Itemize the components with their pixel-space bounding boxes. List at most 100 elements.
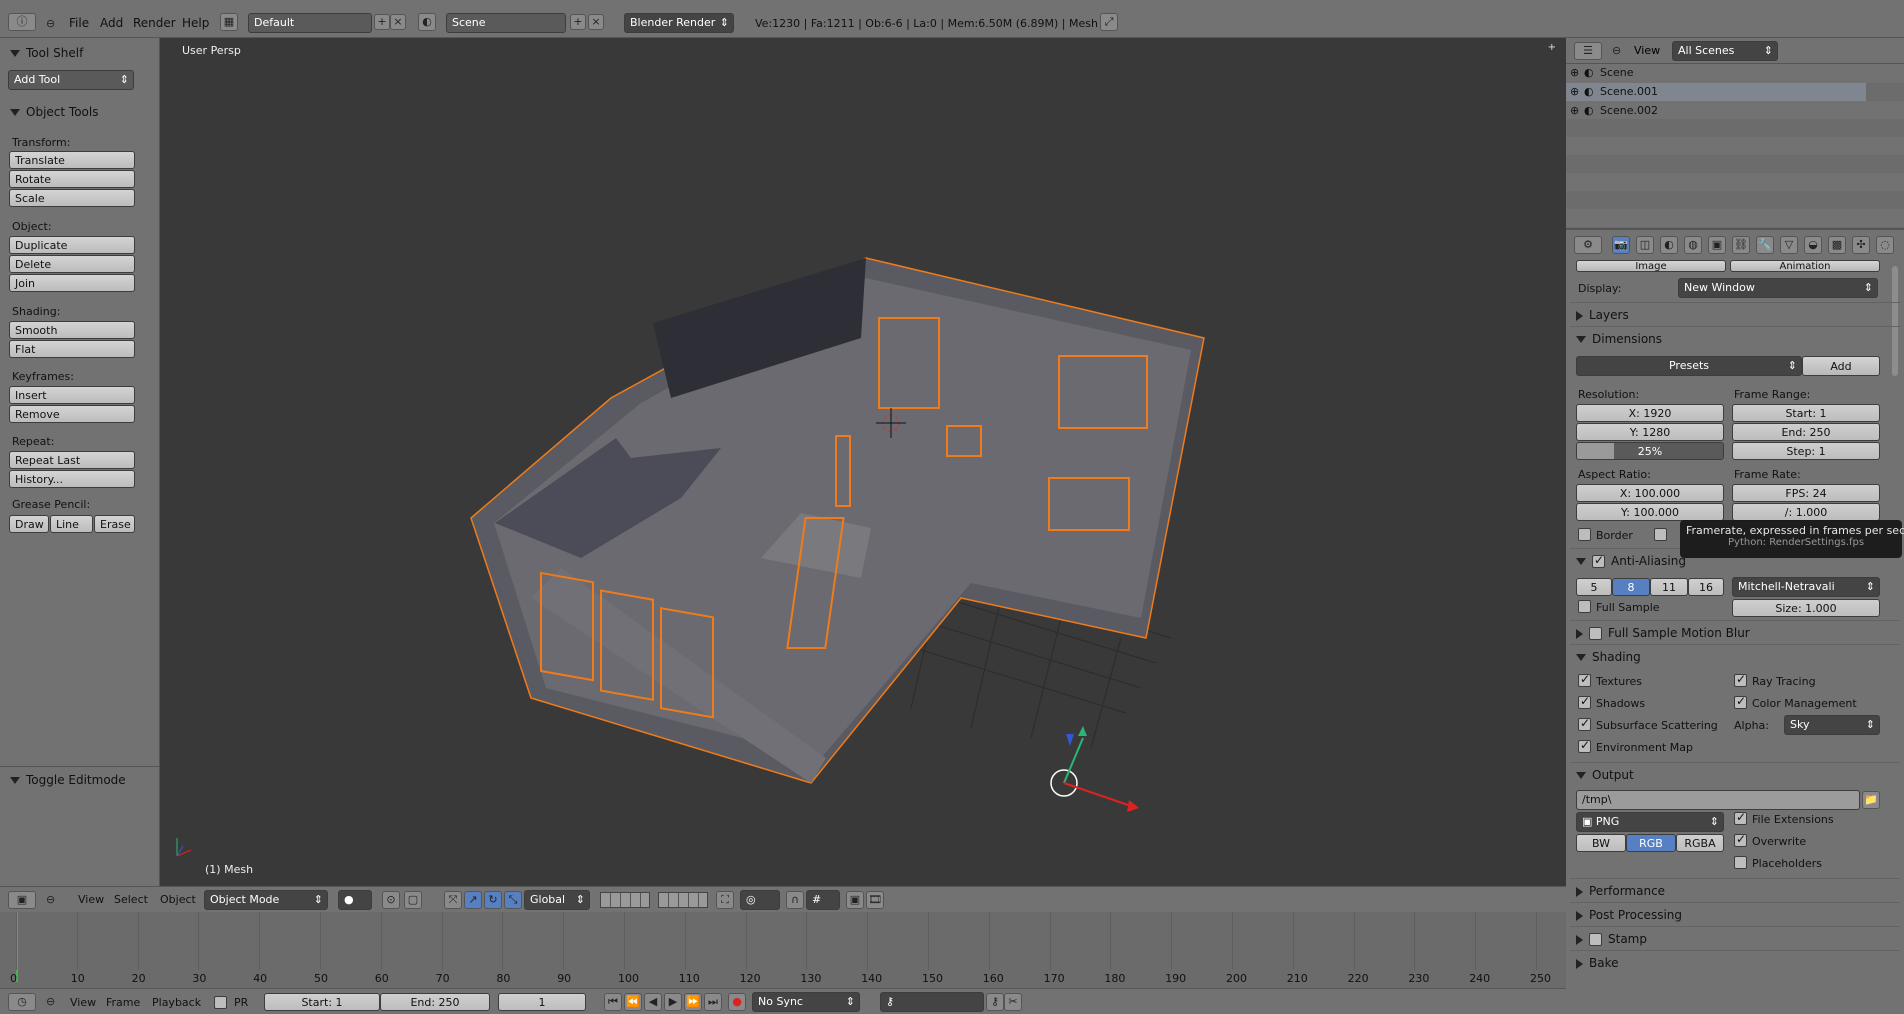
editor-type-3dview-icon[interactable]: ▣: [8, 891, 36, 909]
draw-button[interactable]: Draw: [9, 515, 49, 533]
overwrite-checkbox[interactable]: [1734, 832, 1747, 847]
placeholders-checkbox[interactable]: [1734, 856, 1747, 869]
display-select[interactable]: New Window ⇕: [1678, 278, 1878, 298]
tool-shelf-header[interactable]: Tool Shelf: [10, 46, 83, 60]
rotate-manipulator-icon[interactable]: ↻: [484, 891, 502, 909]
resolution-y-field[interactable]: Y: 1280: [1576, 423, 1724, 441]
object-tools-header[interactable]: Object Tools: [10, 105, 98, 119]
fps-field[interactable]: FPS: 24: [1732, 484, 1880, 502]
color-mode-bw[interactable]: BW: [1576, 834, 1626, 852]
shadows-checkbox[interactable]: [1578, 694, 1591, 709]
delete-scene-icon[interactable]: ×: [588, 14, 604, 30]
aa-samples-8[interactable]: 8: [1612, 578, 1650, 596]
menu-help[interactable]: Help: [182, 16, 209, 30]
join-button[interactable]: Join: [9, 274, 135, 292]
snap-magnet-icon[interactable]: ∩: [786, 891, 804, 909]
environment-map-checkbox[interactable]: [1578, 738, 1591, 753]
layers-panel-header[interactable]: Layers: [1576, 308, 1629, 322]
layers-grid-2[interactable]: [658, 892, 708, 908]
proportional-editing-select[interactable]: ◎: [740, 890, 780, 910]
color-mode-rgba[interactable]: RGBA: [1676, 834, 1724, 852]
render-engine-select[interactable]: Blender Render ⇕: [624, 13, 734, 33]
post-processing-panel-header[interactable]: Post Processing: [1576, 908, 1682, 922]
menu-add[interactable]: Add: [100, 16, 123, 30]
resolution-percentage-slider[interactable]: 25%: [1576, 442, 1724, 460]
insert-keyframe-icon[interactable]: ⚷: [986, 993, 1004, 1011]
menu-select[interactable]: Select: [114, 893, 148, 906]
menu-view[interactable]: View: [1634, 44, 1660, 57]
collapse-menus-icon[interactable]: ⊖: [46, 995, 55, 1008]
remove-keyframe-button[interactable]: Remove: [9, 405, 135, 423]
alpha-select[interactable]: Sky ⇕: [1784, 715, 1880, 735]
toggle-editmode-header[interactable]: Toggle Editmode: [10, 773, 126, 787]
scene-field[interactable]: Scene: [446, 13, 566, 33]
outliner-item-scene-001[interactable]: ⊕ ◐ Scene.001: [1566, 83, 1866, 101]
motion-blur-panel-header[interactable]: Full Sample Motion Blur: [1576, 626, 1750, 640]
motion-blur-checkbox[interactable]: [1589, 627, 1602, 640]
texture-tab-icon[interactable]: ▩: [1828, 236, 1846, 254]
file-extensions-checkbox[interactable]: [1734, 810, 1747, 825]
crop-checkbox[interactable]: [1654, 528, 1667, 541]
editor-type-info-icon[interactable]: ⓘ: [8, 13, 36, 31]
insert-keyframe-button[interactable]: Insert: [9, 386, 135, 404]
line-button[interactable]: Line: [50, 515, 93, 533]
smooth-button[interactable]: Smooth: [9, 321, 135, 339]
object-tab-icon[interactable]: ▣: [1708, 236, 1726, 254]
keying-set-field[interactable]: ⚷: [880, 992, 984, 1012]
transform-manipulator[interactable]: [1050, 726, 1139, 812]
menu-file[interactable]: File: [69, 16, 89, 30]
output-path-input[interactable]: /tmp\: [1576, 790, 1860, 810]
menu-render[interactable]: Render: [133, 16, 176, 30]
layers-grid-1[interactable]: [600, 892, 650, 908]
bake-panel-header[interactable]: Bake: [1576, 956, 1619, 970]
menu-view[interactable]: View: [70, 996, 96, 1009]
display-mode-select[interactable]: All Scenes ⇕: [1672, 41, 1778, 61]
stamp-panel-header[interactable]: Stamp: [1576, 932, 1647, 946]
current-frame-field[interactable]: 1: [498, 993, 586, 1011]
folder-browse-icon[interactable]: 📁: [1862, 791, 1880, 809]
fps-base-field[interactable]: /: 1.000: [1732, 503, 1880, 521]
add-tool-select[interactable]: Add Tool ⇕: [8, 70, 134, 90]
manipulator-icon[interactable]: ⤧: [444, 891, 462, 909]
viewport-shading-select[interactable]: ●: [338, 890, 372, 910]
jump-end-icon[interactable]: ⏭: [704, 993, 722, 1011]
preview-range-checkbox[interactable]: [214, 996, 227, 1009]
anti-aliasing-checkbox[interactable]: [1592, 553, 1605, 568]
duplicate-button[interactable]: Duplicate: [9, 236, 135, 254]
aa-size-field[interactable]: Size: 1.000: [1732, 599, 1880, 617]
render-tab-icon[interactable]: 📷: [1612, 236, 1630, 254]
physics-tab-icon[interactable]: ◌: [1876, 236, 1894, 254]
frame-end-field[interactable]: End: 250: [1732, 423, 1880, 441]
editor-type-properties-icon[interactable]: ⚙: [1574, 236, 1602, 254]
delete-button[interactable]: Delete: [9, 255, 135, 273]
scale-button[interactable]: Scale: [9, 189, 135, 207]
screen-layout-icon[interactable]: ▦: [220, 13, 238, 31]
outliner-item-scene[interactable]: ⊕ ◐ Scene: [1566, 64, 1866, 82]
render-animation-button[interactable]: Animation: [1730, 260, 1880, 272]
history-button[interactable]: History...: [9, 470, 135, 488]
menu-object[interactable]: Object: [160, 893, 196, 906]
performance-panel-header[interactable]: Performance: [1576, 884, 1665, 898]
play-reverse-icon[interactable]: ◀: [644, 993, 662, 1011]
frame-start-field[interactable]: Start: 1: [1732, 404, 1880, 422]
world-tab-icon[interactable]: ◍: [1684, 236, 1702, 254]
expand-plus-icon[interactable]: ⊕: [1570, 85, 1579, 98]
add-scene-icon[interactable]: +: [570, 14, 586, 30]
editor-type-timeline-icon[interactable]: ◷: [8, 993, 36, 1011]
record-icon[interactable]: ●: [728, 993, 746, 1011]
repeat-last-button[interactable]: Repeat Last: [9, 451, 135, 469]
modifiers-tab-icon[interactable]: 🔧: [1756, 236, 1774, 254]
file-format-select[interactable]: ▣ PNG ⇕: [1576, 812, 1724, 832]
aspect-x-field[interactable]: X: 100.000: [1576, 484, 1724, 502]
expand-plus-icon[interactable]: ⊕: [1570, 66, 1579, 79]
collapse-menus-icon[interactable]: ⊖: [46, 893, 55, 906]
play-icon[interactable]: ▶: [664, 993, 682, 1011]
translate-manipulator-icon[interactable]: ↗: [464, 891, 482, 909]
rotate-button[interactable]: Rotate: [9, 170, 135, 188]
add-layout-icon[interactable]: +: [374, 14, 390, 30]
aa-samples-11[interactable]: 11: [1650, 578, 1688, 596]
render-image-button[interactable]: Image: [1576, 260, 1726, 272]
menu-frame[interactable]: Frame: [106, 996, 140, 1009]
subsurface-scattering-checkbox[interactable]: [1578, 716, 1591, 731]
prev-keyframe-icon[interactable]: ⏪: [624, 993, 642, 1011]
